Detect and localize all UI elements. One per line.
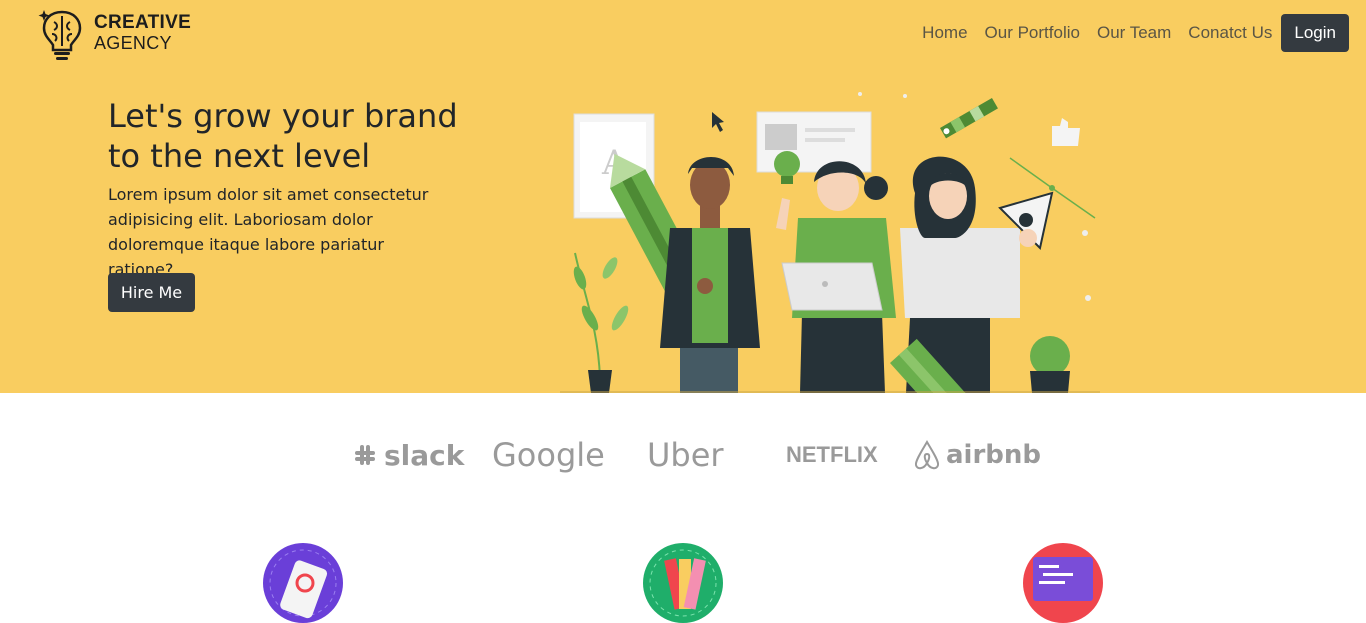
client-logos: slack Google Uber NETFLIX airbnb [340, 425, 1041, 485]
lightbulb-icon [774, 151, 800, 177]
main-nav: Home Our Portfolio Our Team Conatct Us L… [905, 14, 1349, 52]
hero-section: CREATIVE AGENCY Home Our Portfolio Our T… [0, 0, 1366, 393]
hero-headline: Let's grow your brand to the next level [108, 97, 458, 175]
slack-logo: slack [352, 425, 464, 485]
nav-contact[interactable]: Conatct Us [1188, 23, 1272, 43]
designer-man-figure [660, 157, 760, 393]
brand-logo[interactable]: CREATIVE AGENCY [38, 6, 198, 62]
brand-name-line1: CREATIVE [94, 12, 192, 33]
hero-description: Lorem ipsum dolor sit amet consectetur a… [108, 185, 429, 279]
cursor-icon [712, 112, 724, 132]
airbnb-label: airbnb [946, 440, 1042, 470]
google-label: Google [492, 436, 605, 474]
color-palette-icon [643, 543, 723, 623]
uber-label: Uber [647, 436, 724, 474]
nav-home[interactable]: Home [922, 23, 967, 43]
airbnb-logo: airbnb [912, 425, 1041, 485]
google-logo: Google [492, 425, 605, 485]
brain-lightbulb-icon [38, 10, 82, 60]
netflix-label: NETFLIX [786, 442, 878, 467]
plant-icon [573, 252, 629, 393]
team-designers-illustration: A [560, 92, 1100, 393]
designer-woman-pen-figure [890, 156, 1054, 393]
netflix-logo: NETFLIX [786, 425, 878, 485]
slack-hash-icon [355, 445, 375, 465]
nav-team[interactable]: Our Team [1097, 23, 1171, 43]
login-button[interactable]: Login [1281, 14, 1349, 52]
uber-logo: Uber [647, 425, 724, 485]
slack-label: slack [384, 438, 465, 472]
mobile-app-icon [263, 543, 343, 623]
hire-me-button[interactable]: Hire Me [108, 273, 195, 312]
thumbs-up-icon [1052, 118, 1080, 146]
airbnb-belo-icon [914, 439, 940, 470]
cactus-icon [1030, 336, 1070, 393]
nav-portfolio[interactable]: Our Portfolio [985, 23, 1080, 43]
code-screen-icon [1023, 543, 1103, 623]
designer-woman-laptop-figure [776, 161, 896, 393]
brand-name-line2: AGENCY [94, 33, 172, 53]
